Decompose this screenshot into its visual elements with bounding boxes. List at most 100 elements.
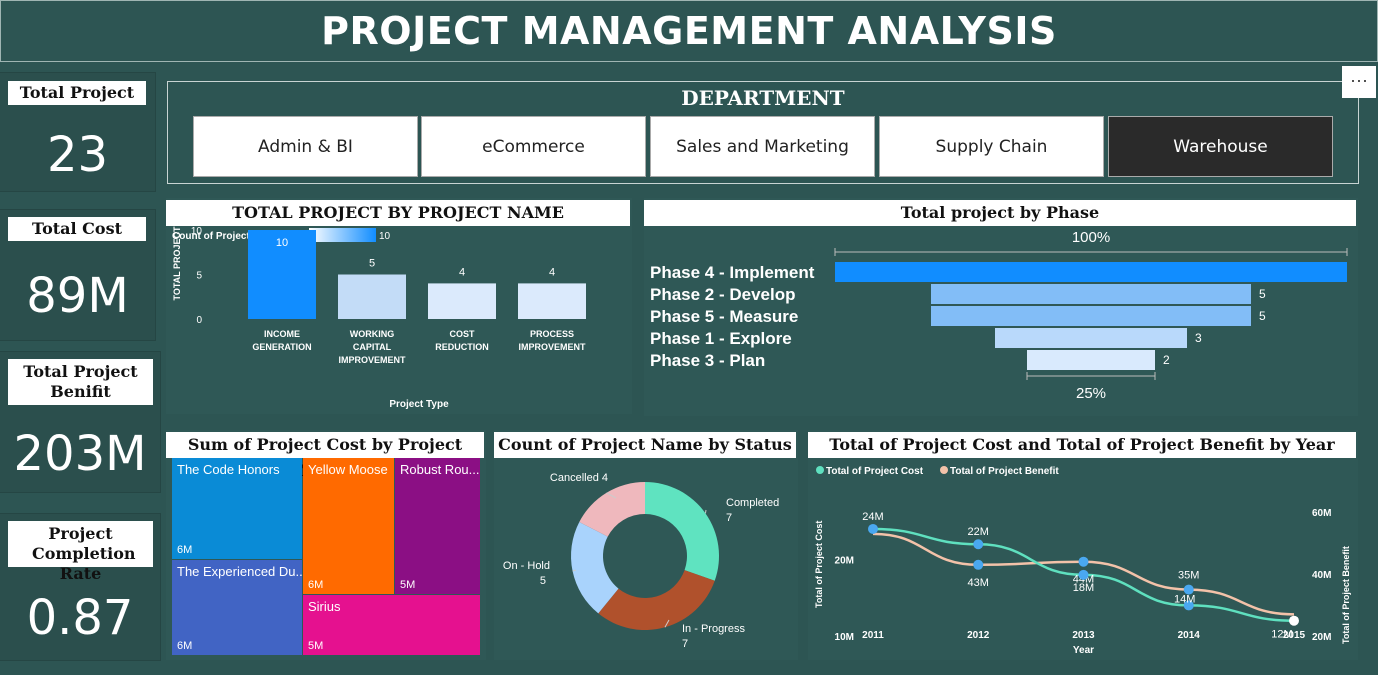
data-label: 5 (1259, 309, 1266, 323)
bottom-percent-label: 25% (1076, 385, 1106, 402)
benefit-point (1078, 556, 1089, 567)
bar (338, 274, 406, 319)
phase-funnel-chart: 100% Phase 4 - Implement Phase 2 - Develop… (650, 229, 1348, 402)
kpi-value: 0.87 (26, 590, 134, 646)
x-tick-label: 2013 (1072, 630, 1095, 641)
chart-title: TOTAL PROJECT BY PROJECT NAME (166, 200, 630, 226)
y-tick-label: 60M (1312, 508, 1331, 519)
phase-funnel-panel: Total project by Phase 100% Phase 4 - Imp… (644, 198, 1358, 416)
dashboard-header: PROJECT MANAGEMENT ANALYSIS (0, 0, 1378, 62)
project-type-bar-panel: TOTAL PROJECT BY PROJECT NAME Count of P… (166, 198, 632, 414)
y-tick-label: 5 (196, 271, 202, 282)
bar (518, 283, 586, 319)
y-tick-label: 40M (1312, 570, 1331, 581)
category-label: Phase 3 - Plan (650, 351, 765, 370)
slice-value: 7 (682, 638, 688, 650)
treemap-tile[interactable]: Sirius 5M (303, 595, 480, 655)
legend-gradient (309, 228, 376, 242)
tile-value: 6M (308, 579, 324, 591)
x-tick-label: COST (449, 329, 475, 339)
cost-point (868, 523, 878, 534)
slice-value: 7 (726, 512, 732, 524)
leader-line (704, 509, 707, 514)
x-axis-label: Year (1073, 645, 1094, 656)
department-slicer: DEPARTMENT Admin & BI eCommerce Sales an… (167, 81, 1359, 184)
kpi-card-completion-rate: Project Completion Rate 0.87 (0, 514, 160, 660)
tile-label: Robust Rou... (400, 462, 480, 477)
data-label: 43M (968, 577, 989, 589)
y-tick-label: 20M (835, 556, 854, 567)
slice-value: 5 (540, 575, 546, 587)
y-tick-label: 10M (835, 632, 854, 643)
x-tick-label: 2012 (967, 630, 990, 641)
y-axis-label-right: Total of Project Benefit (1341, 546, 1351, 644)
chart-title: Total of Project Cost and Total of Proje… (808, 432, 1356, 458)
slice-label: In - Progress (682, 623, 745, 635)
treemap-tile[interactable]: Yellow Moose 6M (303, 458, 394, 594)
x-tick-label: 2014 (1178, 630, 1201, 641)
data-label: 4 (459, 266, 465, 278)
slice-label: Completed (726, 497, 779, 509)
slicer-option-admin-bi[interactable]: Admin & BI (193, 116, 418, 177)
cost-benefit-line-chart: Total of Project Cost Total of Project Be… (814, 466, 1351, 656)
x-tick-label: IMPROVEMENT (518, 342, 586, 352)
cost-point (973, 539, 984, 550)
category-label: Phase 2 - Develop (650, 285, 796, 304)
status-donut-panel: Count of Project Name by Status Complete… (494, 430, 798, 660)
data-label: 14M (1174, 593, 1195, 605)
x-tick-label: WORKING (350, 329, 395, 339)
tile-value: 5M (400, 579, 416, 591)
kpi-card-total-cost: Total Cost 89M (0, 210, 155, 340)
status-donut-chart: Completed 7 In - Progress 7 On - Hold 5 Cancel… (503, 472, 779, 650)
more-options-icon[interactable]: ⋯ (1342, 66, 1376, 98)
x-axis-label: Project Type (389, 399, 449, 410)
cost-point (1078, 569, 1089, 580)
chart-title: Sum of Project Cost by Project Name (166, 432, 484, 480)
y-tick-label: 10 (191, 226, 203, 237)
x-tick-label: REDUCTION (435, 342, 489, 352)
data-label: 24M (862, 511, 883, 523)
treemap-tile[interactable]: The Experienced Du... 6M (172, 560, 302, 655)
project-type-bar-chart: Count of Project Name410TOTAL PROJECT051… (172, 226, 586, 410)
x-tick-label: 2011 (862, 630, 884, 641)
treemap-tile[interactable]: Robust Rou... 5M (395, 458, 480, 594)
slicer-option-supply-chain[interactable]: Supply Chain (879, 116, 1104, 177)
category-label: Phase 1 - Explore (650, 329, 792, 348)
donut-slice (598, 570, 715, 630)
treemap-tile[interactable]: The Code Honors 6M (172, 458, 302, 559)
y-tick-label: 20M (1312, 632, 1331, 643)
data-label: 5 (1259, 287, 1266, 301)
chart-title: Total project by Phase (644, 200, 1356, 226)
kpi-label: Project Completion Rate (8, 521, 153, 583)
data-label: 5 (369, 258, 375, 270)
tile-label: The Code Honors (177, 462, 280, 477)
cost-point (1289, 615, 1299, 626)
funnel-bar (1027, 350, 1155, 370)
x-tick-label: INCOME (264, 329, 300, 339)
category-label: Phase 5 - Measure (650, 307, 798, 326)
chart-title: Count of Project Name by Status (494, 432, 796, 458)
legend-marker (816, 466, 824, 474)
legend-max: 10 (379, 231, 391, 242)
y-axis-label: TOTAL PROJECT (172, 226, 182, 301)
kpi-value: 23 (46, 127, 109, 183)
cost-benefit-line-panel: Total of Project Cost and Total of Proje… (808, 430, 1358, 660)
funnel-bar (931, 306, 1251, 326)
data-label: 2 (1163, 353, 1170, 367)
tile-value: 6M (177, 640, 193, 652)
page-title: PROJECT MANAGEMENT ANALYSIS (321, 9, 1057, 53)
x-tick-label: PROCESS (530, 329, 574, 339)
slicer-option-ecommerce[interactable]: eCommerce (421, 116, 646, 177)
x-tick-label: IMPROVEMENT (338, 355, 406, 365)
data-label: 10 (276, 237, 288, 249)
slicer-title: DEPARTMENT (681, 86, 845, 110)
slicer-option-sales-marketing[interactable]: Sales and Marketing (650, 116, 875, 177)
kpi-card-total-project: Total Project 23 (0, 73, 155, 191)
slice-label: On - Hold (503, 560, 550, 572)
donut-slice (645, 482, 719, 581)
tile-label: The Experienced Du... (177, 564, 302, 579)
category-label: Phase 4 - Implement (650, 263, 815, 282)
slicer-option-warehouse[interactable]: Warehouse (1108, 116, 1333, 177)
benefit-point (973, 559, 984, 570)
x-tick-label: CAPITAL (353, 342, 392, 352)
